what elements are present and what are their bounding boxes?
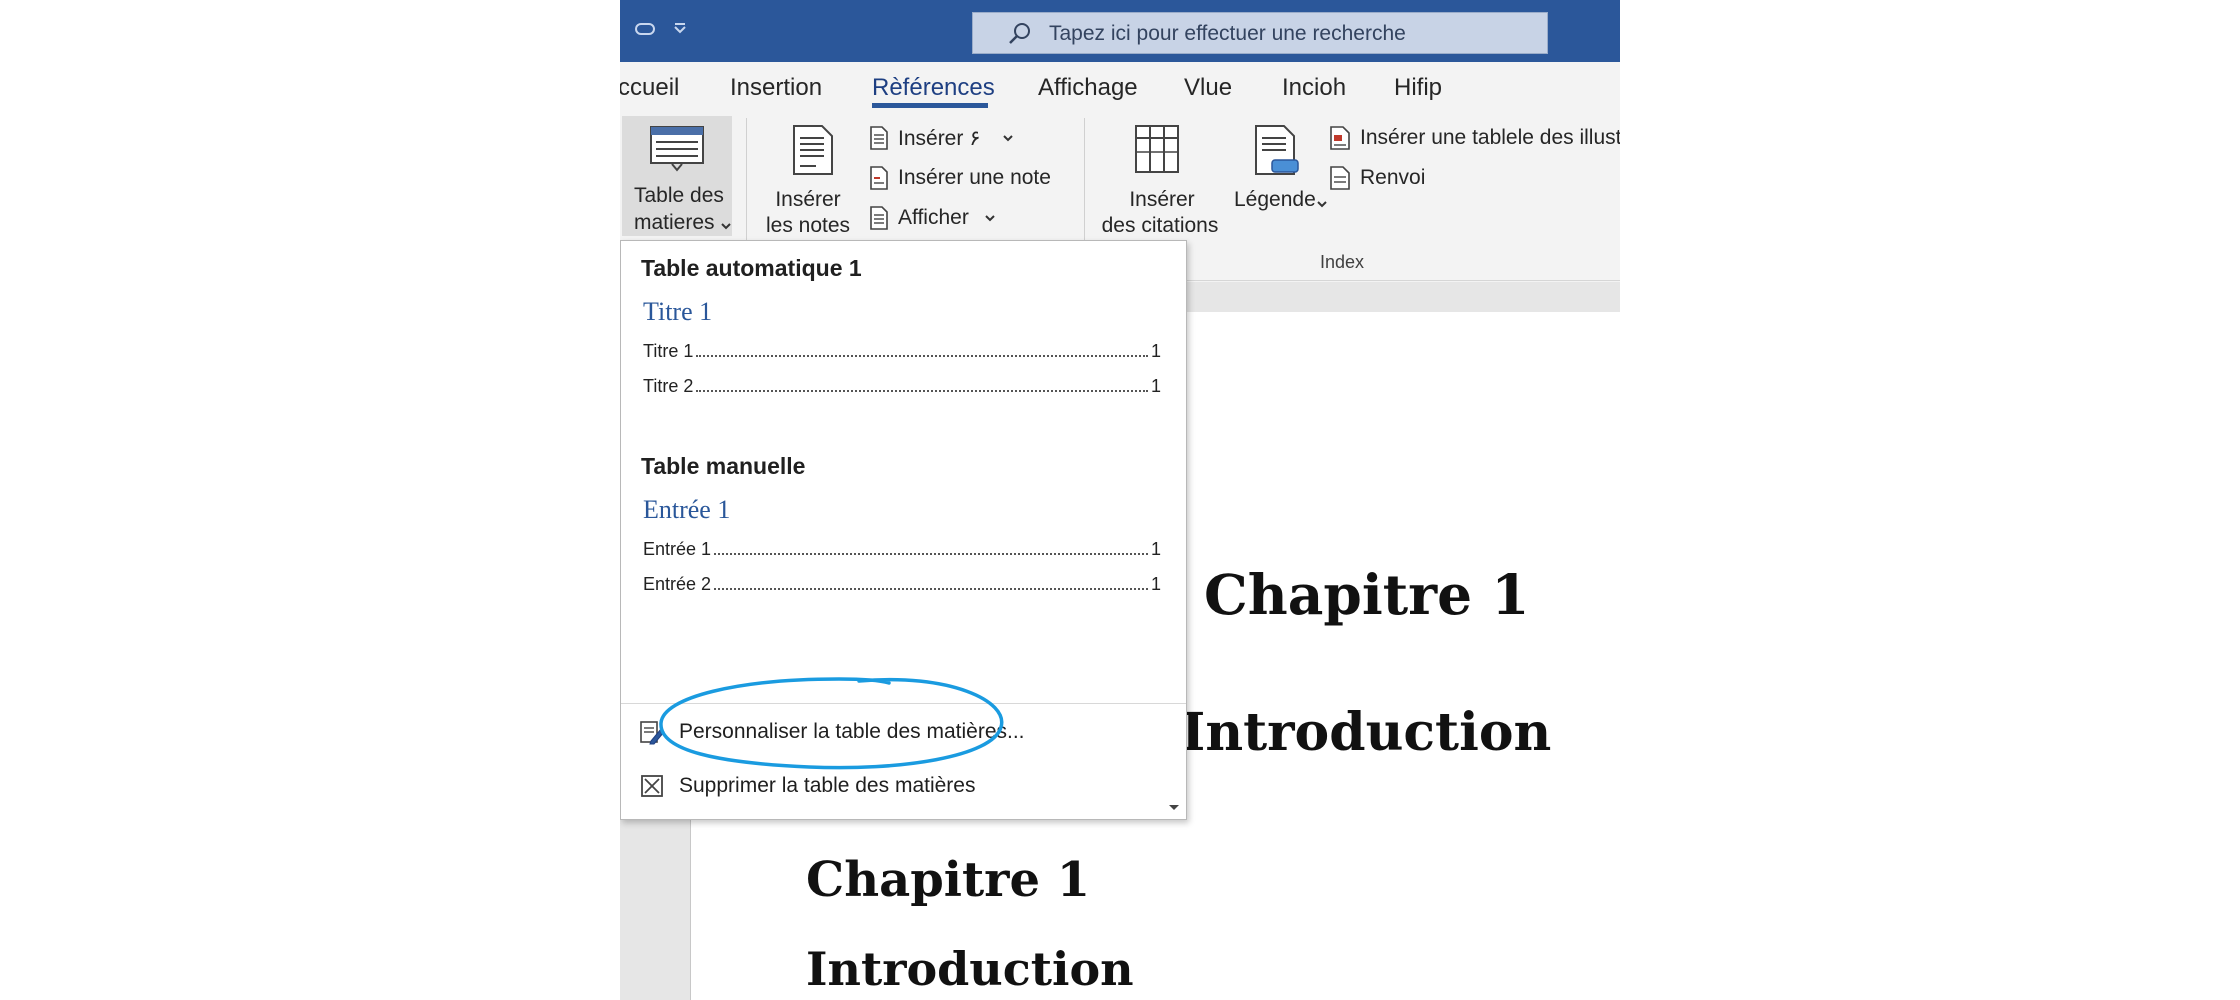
tab-affichage[interactable]: Affichage	[1038, 74, 1138, 102]
tab-accueil[interactable]: ccueil	[620, 74, 679, 102]
heading-introduction-small: Introduction	[806, 942, 1134, 996]
chevron-down-icon	[984, 210, 996, 228]
search-box[interactable]: Tapez ici pour effectuer une recherche	[972, 12, 1548, 54]
search-placeholder: Tapez ici pour effectuer une recherche	[1049, 22, 1406, 45]
tab-vlue[interactable]: Vlue	[1184, 74, 1232, 102]
insert-citation-button[interactable]: Insérer des citations	[1098, 116, 1222, 246]
remove-toc-label: Supprimer la table des matières	[679, 774, 976, 797]
table-of-contents-icon	[650, 126, 704, 177]
chevron-down-icon	[1002, 130, 1014, 148]
insert-endnote-dropdown[interactable]: Insérer ۶	[870, 124, 1020, 154]
toc-entry-page: 1	[1150, 539, 1161, 559]
highlight-circle-annotation	[659, 677, 1004, 770]
search-icon	[1007, 21, 1033, 52]
undo-icon[interactable]	[634, 18, 656, 45]
cross-reference-button[interactable]: Renvoi	[1326, 164, 1476, 194]
active-tab-indicator	[872, 103, 988, 108]
remove-toc-icon	[639, 773, 665, 799]
auto-table-title: Titre 1	[643, 297, 713, 326]
tab-hifip[interactable]: Hifip	[1394, 74, 1442, 102]
tab-incioh[interactable]: Incioh	[1282, 74, 1346, 102]
cross-reference-icon	[1330, 166, 1350, 195]
auto-table-heading: Table automatique 1	[641, 255, 862, 281]
toc-entry-page: 1	[1150, 574, 1161, 594]
tab-references[interactable]: Rèférences	[872, 74, 995, 102]
chevron-down-icon	[720, 218, 732, 236]
auto-table-option[interactable]: Titre 1 Titre 1 1 Titre 2 1	[621, 289, 1186, 449]
insert-table-of-figures-button[interactable]: Insérer une tablele des illustre	[1326, 124, 1620, 154]
insert-note-label: Insérer une note	[898, 166, 1051, 189]
chevron-down-icon	[1316, 196, 1328, 214]
table-of-contents-dropdown: Table automatique 1 Titre 1 Titre 1 1 Ti…	[620, 240, 1187, 820]
heading-chapter-1: Chapitre 1	[1204, 562, 1530, 627]
toc-dot-leader	[714, 553, 1148, 555]
cross-reference-label: Renvoi	[1360, 166, 1426, 189]
citation-icon	[1134, 124, 1180, 179]
scroll-down-icon[interactable]	[1168, 801, 1180, 815]
caption-icon	[1254, 124, 1300, 181]
heading-introduction: Introduction	[1181, 702, 1552, 763]
toc-entry-text: Titre 2	[643, 376, 694, 396]
next-footnote-icon	[870, 166, 888, 195]
toc-entry-text: Titre 1	[643, 341, 694, 361]
toc-preview-line: Titre 2 1	[643, 376, 1161, 397]
toc-label-line2: matieres	[634, 211, 715, 234]
show-notes-dropdown[interactable]: Afficher	[870, 204, 1020, 234]
insert-table-of-figures-label: Insérer une tablele des illustre	[1360, 126, 1620, 149]
endnote-icon	[870, 126, 888, 155]
manual-table-option[interactable]: Entrée 1 Entrée 1 1 Entrée 2 1	[621, 487, 1186, 647]
toc-entry-text: Entrée 2	[643, 574, 712, 594]
table-of-contents-button[interactable]: Table des matieres	[622, 116, 732, 236]
toc-label-line1: Table des	[634, 184, 724, 207]
insert-notes-line1: Insérer	[775, 188, 841, 211]
ribbon-tabs: ccueil Insertion Rèférences Affichage Vl…	[620, 62, 1620, 112]
toc-preview-line: Titre 1 1	[643, 341, 1161, 362]
caption-button[interactable]: Légende	[1224, 116, 1334, 246]
show-notes-label: Afficher	[898, 206, 969, 229]
tab-insertion[interactable]: Insertion	[730, 74, 822, 102]
manual-table-title: Entrée 1	[643, 495, 731, 524]
insert-citation-line2: des citations	[1101, 214, 1219, 237]
insert-citation-line1: Insérer	[1129, 188, 1195, 211]
insert-notes-button[interactable]: Insérer les notes	[760, 116, 860, 246]
toc-preview-line: Entrée 1 1	[643, 539, 1161, 560]
toc-preview-line: Entrée 2 1	[643, 574, 1161, 595]
toc-dot-leader	[696, 355, 1148, 357]
toc-dot-leader	[696, 390, 1148, 392]
word-window: Tapez ici pour effectuer une recherche c…	[620, 0, 1620, 1000]
insert-notes-line2: les notes	[765, 214, 851, 237]
toc-entry-page: 1	[1150, 376, 1161, 396]
insert-note-button[interactable]: Insérer une note	[870, 164, 1070, 194]
footnote-icon	[792, 124, 834, 181]
toc-dot-leader	[714, 588, 1148, 590]
customize-quick-access-icon[interactable]	[672, 18, 688, 45]
toc-entry-page: 1	[1150, 341, 1161, 361]
caption-label: Légende	[1234, 188, 1316, 211]
toc-entry-text: Entrée 1	[643, 539, 712, 559]
remove-toc-menu-item[interactable]: Supprimer la table des matières	[639, 773, 975, 799]
manual-table-heading: Table manuelle	[641, 453, 806, 479]
heading-chapter-1-small: Chapitre 1	[806, 852, 1091, 908]
group-label-index: Index	[1320, 252, 1365, 272]
insert-endnote-label: Insérer ۶	[898, 127, 981, 150]
table-of-figures-icon	[1330, 126, 1350, 155]
show-notes-icon	[870, 206, 888, 235]
title-bar: Tapez ici pour effectuer une recherche	[620, 0, 1620, 62]
